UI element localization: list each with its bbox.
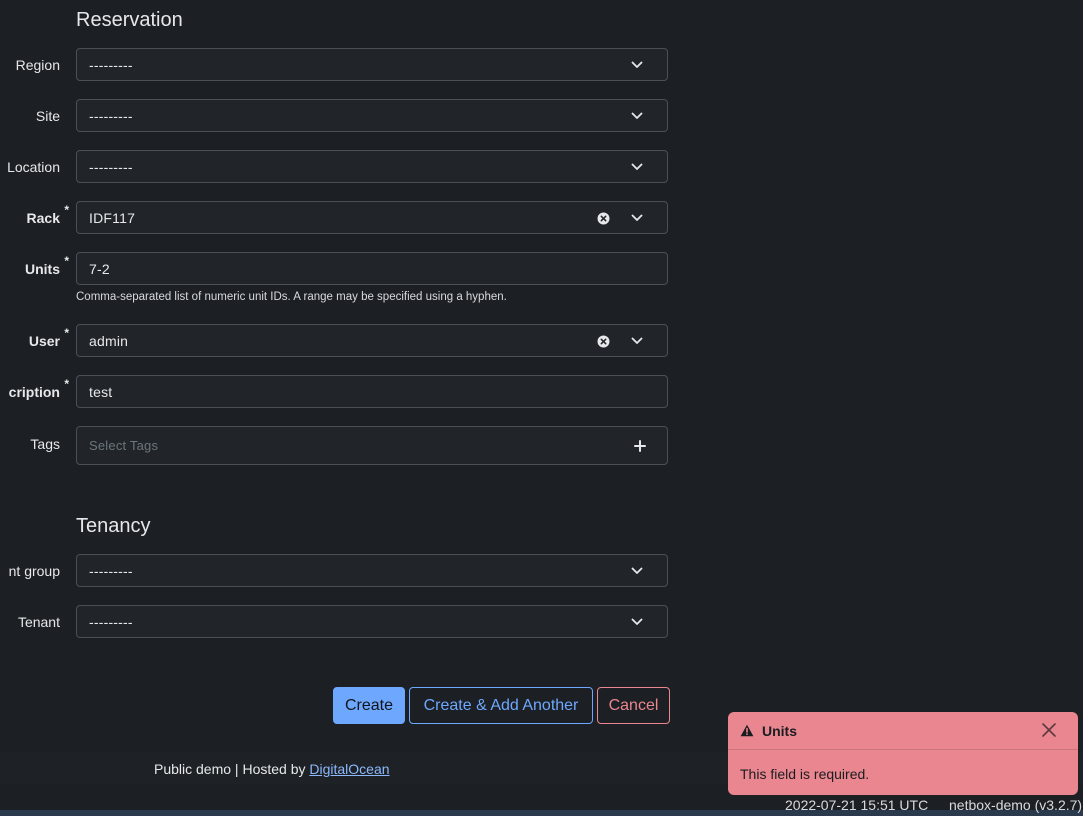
chevron-down-icon[interactable] [631, 59, 643, 71]
field-label-tags: Tags [30, 436, 60, 452]
user-select-value: admin [89, 333, 129, 349]
clear-icon[interactable] [597, 335, 610, 348]
error-toast: Units This field is required. [728, 712, 1078, 795]
region-select[interactable]: --------- [76, 48, 668, 81]
field-label-units-text: Units [25, 261, 60, 277]
field-label-region: Region [15, 57, 60, 73]
section-title-reservation: Reservation [76, 9, 183, 31]
chevron-down-icon[interactable] [631, 110, 643, 122]
rack-select[interactable]: IDF117 [76, 201, 668, 234]
description-input-value: test [89, 384, 113, 400]
toast-message: This field is required. [740, 766, 870, 782]
field-label-tenant: Tenant [17, 614, 60, 630]
chevron-down-icon[interactable] [631, 212, 643, 224]
field-label-units: Units * [25, 254, 69, 277]
field-label-rack-text: Rack [26, 210, 60, 226]
section-title-tenancy: Tenancy [76, 515, 151, 537]
field-label-description-text: cription [8, 384, 60, 400]
chevron-down-icon[interactable] [631, 565, 643, 577]
plus-icon[interactable] [633, 439, 647, 453]
digitalocean-link[interactable]: DigitalOcean [309, 761, 389, 777]
units-help-text: Comma-separated list of numeric unit IDs… [76, 291, 507, 303]
user-select[interactable]: admin [76, 324, 668, 357]
close-icon[interactable] [1041, 722, 1057, 738]
required-marker: * [64, 326, 69, 340]
create-button[interactable]: Create [333, 687, 405, 724]
toast-header: Units [728, 712, 1078, 750]
footer-version: netbox-demo (v3.2.7) [949, 797, 1083, 813]
site-select-value: --------- [89, 108, 133, 124]
toast-title: Units [762, 723, 797, 739]
tags-select[interactable]: Select Tags [76, 426, 668, 465]
clear-icon[interactable] [597, 212, 610, 225]
field-label-tenant-group: nt group [8, 563, 60, 579]
chevron-down-icon[interactable] [631, 335, 643, 347]
field-label-user-text: User [28, 333, 60, 349]
tenant-select-value: --------- [89, 614, 133, 630]
location-select[interactable]: --------- [76, 150, 668, 183]
chevron-down-icon[interactable] [631, 161, 643, 173]
required-marker: * [64, 203, 69, 217]
footer-credit: Public demo | Hosted by DigitalOcean [154, 761, 390, 777]
site-select[interactable]: --------- [76, 99, 668, 132]
location-select-value: --------- [89, 159, 133, 175]
units-input[interactable]: 7-2 [76, 252, 668, 285]
required-marker: * [64, 254, 69, 268]
field-label-description: cription * [8, 377, 69, 400]
description-input[interactable]: test [76, 375, 668, 408]
units-input-value: 7-2 [89, 261, 110, 277]
tenant-group-select[interactable]: --------- [76, 554, 668, 587]
footer-timestamp: 2022-07-21 15:51 UTC [785, 797, 929, 813]
field-label-location: Location [7, 159, 60, 175]
tags-placeholder: Select Tags [89, 438, 159, 453]
rack-select-value: IDF117 [89, 210, 136, 226]
field-label-site: Site [35, 108, 60, 124]
create-add-another-button[interactable]: Create & Add Another [409, 687, 593, 724]
chevron-down-icon[interactable] [631, 616, 643, 628]
cancel-button[interactable]: Cancel [597, 687, 670, 724]
footer-prefix: Public demo | Hosted by [154, 761, 310, 777]
region-select-value: --------- [89, 57, 133, 73]
field-label-rack: Rack * [26, 203, 69, 226]
tenant-group-select-value: --------- [89, 563, 133, 579]
required-marker: * [64, 377, 69, 391]
field-label-user: User * [28, 326, 69, 349]
reservation-form-page: Reservation Region --------- Site ------… [0, 0, 1083, 816]
tenant-select[interactable]: --------- [76, 605, 668, 638]
warning-icon [740, 724, 754, 737]
